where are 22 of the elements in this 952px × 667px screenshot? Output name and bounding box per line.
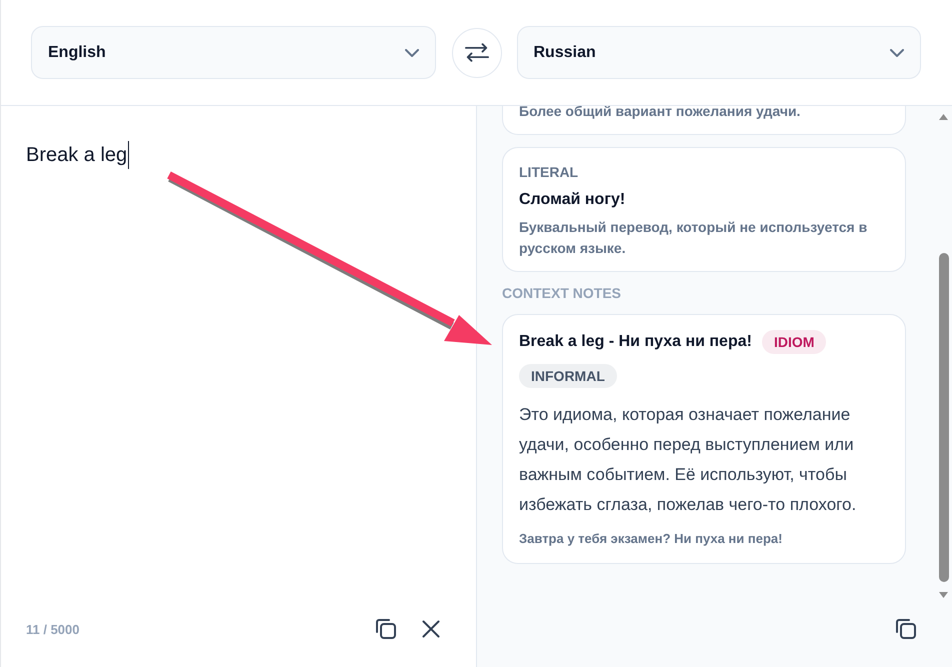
close-icon (422, 620, 440, 638)
chevron-down-icon (404, 48, 418, 56)
note-title: Break a leg - Ни пуха ни пера! (519, 332, 752, 352)
source-text-field[interactable]: Break a leg (26, 141, 130, 169)
translation-text: Сломай ногу! (519, 190, 626, 210)
usage-example: Завтра у тебя экзамен? Ни пуха ни пера! (519, 530, 784, 548)
tag-badge: INFORMAL (519, 364, 617, 388)
copy-icon (376, 619, 396, 639)
character-count: 11 / 5000 (26, 622, 80, 636)
target-language-select[interactable]: Russian (516, 26, 921, 79)
copy-icon (896, 619, 916, 639)
note-body: Это идиома, которая означает пожелание удачи, особенно перед выступлением или важным событием. Её используют, чтобы избежать сглаза, пожелав чего-то плохого. (519, 404, 858, 516)
translation-description: Буквальный перевод, который не используется в русском языке. (519, 218, 868, 258)
source-language-select[interactable]: English (31, 26, 436, 79)
swap-icon (464, 43, 488, 62)
scrollbar-thumb[interactable] (938, 253, 948, 582)
scroll-up-icon[interactable] (939, 114, 948, 120)
chevron-down-icon (890, 48, 904, 56)
section-heading: CONTEXT NOTES (502, 284, 622, 302)
scroll-down-icon[interactable] (939, 592, 948, 598)
tag-badge: IDIOM (762, 330, 826, 354)
translation-type-label: LITERAL (519, 163, 580, 181)
